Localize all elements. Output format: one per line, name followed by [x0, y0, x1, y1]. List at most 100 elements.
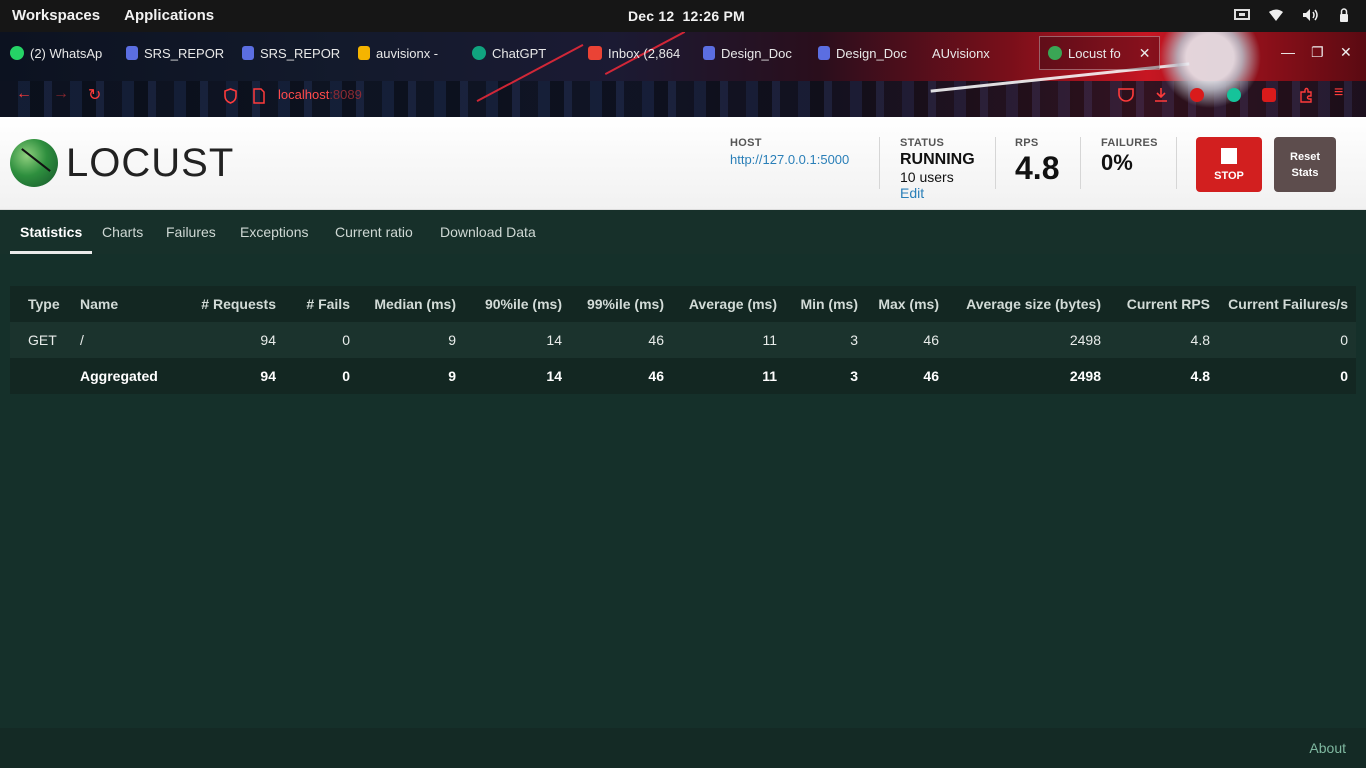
browser-tab-design-doc-2[interactable]: Design_Doc	[818, 42, 907, 64]
clock-date: Dec 12	[628, 8, 675, 24]
column-header[interactable]: Name	[72, 286, 180, 322]
browser-tab-auvisionx-2[interactable]: AUvisionx	[932, 42, 990, 64]
stop-icon	[1221, 147, 1237, 164]
page-icon[interactable]	[252, 88, 266, 104]
column-header[interactable]: Average (ms)	[672, 286, 785, 322]
browser-tab-auvisionx[interactable]: auvisionx -	[358, 42, 438, 64]
tab-failures[interactable]: Failures	[166, 224, 216, 240]
browser-tab-srs-1[interactable]: SRS_REPOR	[126, 42, 224, 64]
table-cell: 46	[866, 322, 947, 358]
column-header[interactable]: # Requests	[180, 286, 284, 322]
divider	[995, 137, 996, 189]
status-stat: STATUS RUNNING 10 users Edit	[900, 137, 975, 203]
table-cell: 11	[672, 358, 785, 394]
aggregated-row: Aggregated 94 0 9 14 46 11 3 46 2498 4.8…	[10, 358, 1356, 394]
close-tab-icon[interactable]: ✕	[1139, 45, 1151, 62]
active-tab-indicator	[10, 251, 92, 254]
reset-label-line1: Reset	[1290, 150, 1320, 163]
table-cell	[10, 358, 72, 394]
tab-download-data[interactable]: Download Data	[440, 224, 536, 240]
status-value: RUNNING	[900, 151, 975, 168]
host-link[interactable]: http://127.0.0.1:5000	[730, 152, 849, 167]
close-window-icon[interactable]: ✕	[1340, 44, 1352, 61]
table-cell: 2498	[947, 358, 1109, 394]
menu-icon[interactable]: ≡	[1334, 84, 1343, 102]
gmail-icon	[588, 46, 602, 60]
browser-tab-srs-2[interactable]: SRS_REPOR	[242, 42, 340, 64]
whatsapp-icon	[10, 46, 24, 60]
browser-tab-chatgpt[interactable]: ChatGPT	[472, 42, 546, 64]
about-link[interactable]: About	[1309, 740, 1346, 756]
browser-tab-inbox[interactable]: Inbox (2,864	[588, 42, 680, 64]
tab-label: (2) WhatsAp	[30, 45, 103, 61]
url-bar[interactable]: localhost:8089	[278, 87, 362, 102]
status-label: STATUS	[900, 137, 945, 149]
download-icon[interactable]	[1153, 87, 1169, 103]
tab-statistics[interactable]: Statistics	[20, 224, 82, 240]
column-header[interactable]: Min (ms)	[785, 286, 866, 322]
locust-header: LOCUST HOST http://127.0.0.1:5000 STATUS…	[0, 117, 1366, 210]
column-header[interactable]: Current Failures/s	[1218, 286, 1356, 322]
browser-tab-design-doc-1[interactable]: Design_Doc	[703, 42, 792, 64]
table-cell: /	[72, 322, 180, 358]
reset-stats-button[interactable]: Reset Stats	[1274, 137, 1336, 192]
host-label: HOST	[730, 137, 762, 149]
statistics-table: Type Name # Requests # Fails Median (ms)…	[10, 286, 1356, 394]
edit-link[interactable]: Edit	[900, 185, 924, 201]
browser-tab-whatsapp[interactable]: (2) WhatsAp	[10, 42, 102, 64]
table-cell: 9	[358, 358, 464, 394]
tab-label: AUvisionx	[932, 45, 990, 61]
shield-icon[interactable]	[223, 88, 238, 104]
failures-label: FAILURES	[1101, 137, 1158, 149]
screen-share-icon[interactable]	[1234, 8, 1250, 22]
column-header[interactable]: 99%ile (ms)	[570, 286, 672, 322]
table-row: GET / 94 0 9 14 46 11 3 46 2498 4.8 0	[10, 322, 1356, 358]
table-cell: 0	[1218, 322, 1356, 358]
browser-chrome: (2) WhatsAp SRS_REPOR SRS_REPOR auvision…	[0, 32, 1366, 117]
table-cell: 3	[785, 322, 866, 358]
column-header[interactable]: Max (ms)	[866, 286, 947, 322]
minimize-icon[interactable]: —	[1281, 44, 1295, 60]
column-header[interactable]: 90%ile (ms)	[464, 286, 570, 322]
host-stat: HOST http://127.0.0.1:5000	[730, 137, 849, 167]
stop-button[interactable]: STOP	[1196, 137, 1262, 192]
docs-icon	[242, 46, 254, 60]
clock[interactable]: Dec 12 12:26 PM	[628, 8, 745, 24]
table-cell: 3	[785, 358, 866, 394]
table-cell: 94	[180, 322, 284, 358]
pocket-icon[interactable]	[1118, 88, 1134, 102]
wifi-icon[interactable]	[1268, 8, 1284, 22]
tab-current-ratio[interactable]: Current ratio	[335, 224, 413, 240]
workspaces-menu[interactable]: Workspaces	[12, 7, 100, 24]
volume-icon[interactable]	[1302, 8, 1318, 22]
tab-strip: (2) WhatsAp SRS_REPOR SRS_REPOR auvision…	[0, 32, 1366, 74]
extension-help-icon[interactable]	[1190, 88, 1204, 102]
tab-label: Design_Doc	[721, 45, 792, 61]
extensions-icon[interactable]	[1298, 87, 1314, 103]
maximize-icon[interactable]: ❐	[1311, 44, 1324, 61]
forward-icon[interactable]: →	[53, 85, 69, 103]
reload-icon[interactable]: ↻	[88, 85, 101, 105]
extension-media-icon[interactable]	[1262, 88, 1276, 102]
nav-toolbar: ← → ↻ localhost:8089 ≡	[0, 74, 1366, 117]
column-header[interactable]: # Fails	[284, 286, 358, 322]
table-cell: GET	[10, 322, 72, 358]
grammarly-icon[interactable]	[1227, 88, 1241, 102]
tab-charts[interactable]: Charts	[102, 224, 143, 240]
column-header[interactable]: Median (ms)	[358, 286, 464, 322]
column-header[interactable]: Current RPS	[1109, 286, 1218, 322]
back-icon[interactable]: ←	[16, 85, 32, 103]
battery-lock-icon[interactable]	[1336, 8, 1352, 22]
browser-tab-locust[interactable]: Locust fo ✕	[1039, 36, 1160, 70]
tab-exceptions[interactable]: Exceptions	[240, 224, 308, 240]
table-cell: 2498	[947, 322, 1109, 358]
divider	[1176, 137, 1177, 189]
tab-label: Inbox (2,864	[608, 45, 681, 61]
applications-menu[interactable]: Applications	[124, 7, 214, 24]
column-header[interactable]: Average size (bytes)	[947, 286, 1109, 322]
column-header[interactable]: Type	[10, 286, 72, 322]
url-port: :8089	[329, 87, 362, 102]
divider	[879, 137, 880, 189]
table-cell: 4.8	[1109, 358, 1218, 394]
locust-nav-tabs: Statistics Charts Failures Exceptions Cu…	[0, 210, 1366, 254]
